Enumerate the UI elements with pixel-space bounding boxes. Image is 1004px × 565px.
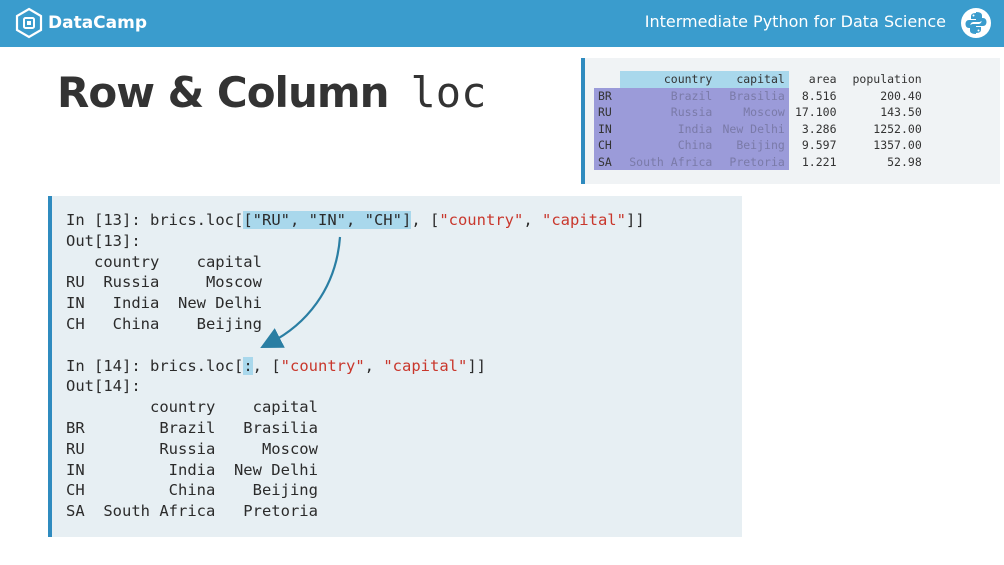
string-country-13: "country" — [439, 211, 524, 229]
row-index: SA — [594, 153, 620, 170]
slide-title-text: Row & Column — [57, 68, 390, 117]
slide-title: Row & Column loc — [57, 68, 486, 117]
column-header-population: population — [852, 72, 922, 87]
cell-population: 143.50 — [880, 105, 922, 120]
cell-country: South Africa — [619, 153, 717, 170]
colon-highlight: : — [243, 356, 253, 375]
cell-population: 1357.00 — [873, 138, 922, 153]
table-row: BR Brazil Brasilia 8.516 200.40 — [594, 87, 926, 104]
cell-country: China — [619, 137, 717, 154]
row-index: IN — [594, 120, 620, 137]
datacamp-logo[interactable]: DataCamp — [14, 7, 147, 39]
cell-capital: Pretoria — [716, 153, 789, 170]
cell-population: 1252.00 — [873, 121, 922, 136]
prompt-in13: In [13]: — [66, 211, 150, 229]
brand-name: DataCamp — [48, 13, 148, 33]
column-header-area: area — [808, 72, 837, 87]
python-icon[interactable] — [960, 7, 992, 39]
separator-13: , [ — [411, 211, 440, 229]
column-header-capital: capital — [716, 71, 789, 88]
close-14: ]] — [467, 356, 487, 375]
cell-capital: Beijing — [716, 137, 789, 154]
comma-13: , — [523, 211, 542, 229]
cell-country: Brazil — [619, 87, 717, 104]
dataframe-header-row: country capital area population — [594, 71, 926, 88]
cell-population: 200.40 — [880, 88, 922, 103]
row-index: RU — [594, 104, 620, 121]
index-header — [594, 71, 620, 88]
row-list: ["RU", "IN", "CH"] — [243, 211, 412, 229]
loc-call-13: brics.loc[ — [150, 211, 244, 229]
string-capital-13: "capital" — [541, 211, 626, 229]
comma-14: , — [364, 356, 384, 375]
table-row: SA South Africa Pretoria 1.221 52.98 — [594, 153, 926, 170]
row-index: CH — [594, 137, 620, 154]
cell-country: India — [619, 120, 717, 137]
dataframe-panel: country capital area population BR Brazi… — [581, 58, 1000, 184]
column-header-country: country — [619, 71, 717, 88]
cell-capital: Moscow — [716, 104, 789, 121]
cell-country: Russia — [619, 104, 717, 121]
loc-call-14: brics.loc[ — [150, 356, 244, 375]
course-title: Intermediate Python for Data Science — [644, 12, 946, 31]
close-13: ]] — [625, 211, 645, 229]
cell-capital: New Delhi — [716, 120, 789, 137]
string-country-14: "country" — [280, 356, 365, 375]
table-row: RU Russia Moscow 17.100 143.50 — [594, 104, 926, 121]
cell-area: 8.516 — [801, 88, 837, 103]
cell-area: 1.221 — [801, 154, 837, 169]
header-bar: DataCamp Intermediate Python for Data Sc… — [0, 0, 1004, 47]
cell-population: 52.98 — [887, 154, 922, 169]
row-index: BR — [594, 87, 620, 104]
slide-title-code: loc — [410, 68, 487, 117]
output-13: Out[13]: country capital RU Russia Mosco… — [66, 231, 262, 333]
cell-area: 3.286 — [801, 121, 837, 136]
prompt-in14: In [14]: — [66, 356, 150, 375]
table-row: IN India New Delhi 3.286 1252.00 — [594, 120, 926, 137]
cell-area: 17.100 — [794, 105, 837, 120]
separator-14: , [ — [252, 356, 281, 375]
datacamp-logo-icon — [15, 7, 43, 39]
code-panel: In [13]: brics.loc[["RU", "IN", "CH"], [… — [48, 196, 742, 537]
code-block[interactable]: In [13]: brics.loc[["RU", "IN", "CH"], [… — [66, 210, 645, 522]
cell-capital: Brasilia — [716, 87, 789, 104]
table-row: CH China Beijing 9.597 1357.00 — [594, 137, 926, 154]
string-capital-14: "capital" — [383, 356, 468, 375]
row-selection-highlight: ["RU", "IN", "CH"] — [243, 211, 412, 229]
dataframe-table: country capital area population BR Brazi… — [594, 71, 926, 170]
output-14: Out[14]: country capital BR Brazil Brasi… — [66, 377, 318, 521]
cell-area: 9.597 — [801, 138, 837, 153]
